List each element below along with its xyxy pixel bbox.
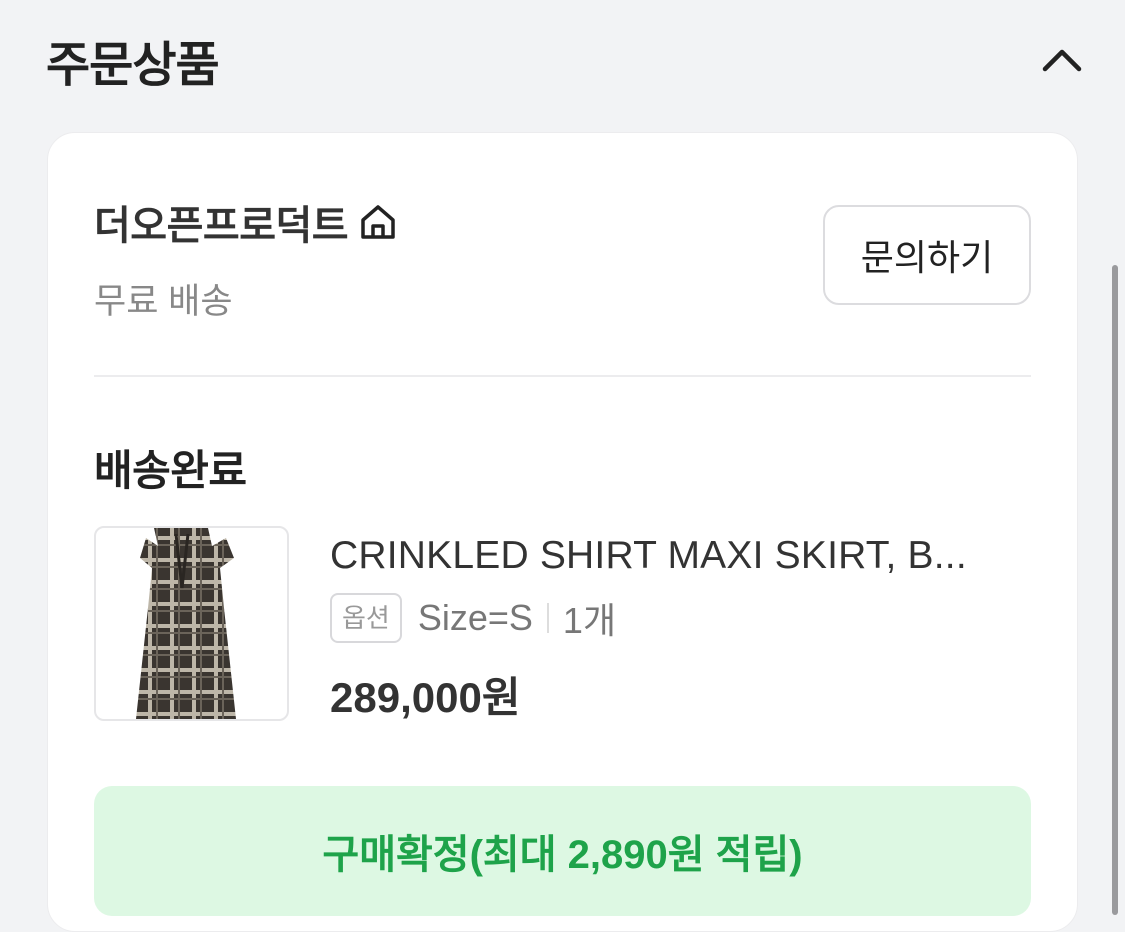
collapse-button[interactable]	[1038, 36, 1086, 84]
section-title: 주문상품	[46, 39, 220, 92]
product-name[interactable]: CRINKLED SHIRT MAXI SKIRT, B...	[330, 534, 1031, 578]
product-image	[136, 528, 236, 719]
product-thumbnail[interactable]	[94, 526, 289, 721]
purchase-confirm-button[interactable]: 구매확정(최대 2,890원 적립)	[94, 786, 1031, 916]
chevron-up-icon	[1042, 49, 1082, 72]
order-card: 더오픈프로덕트 무료 배송 문의하기 배송완료 CRINKLED SHIRT M…	[47, 132, 1078, 932]
seller-name: 더오픈프로덕트	[94, 204, 349, 248]
product-info: CRINKLED SHIRT MAXI SKIRT, B... 옵션 Size=…	[330, 534, 1031, 725]
delivery-status: 배송완료	[94, 447, 247, 494]
option-separator	[546, 603, 549, 633]
divider	[94, 375, 1031, 377]
seller-row: 더오픈프로덕트 무료 배송 문의하기	[94, 193, 1031, 324]
price: 289,000원	[330, 674, 521, 721]
option-badge: 옵션	[330, 593, 402, 643]
inquiry-button[interactable]: 문의하기	[823, 205, 1031, 305]
section-header: 주문상품	[46, 28, 1086, 92]
product-item[interactable]: CRINKLED SHIRT MAXI SKIRT, B... 옵션 Size=…	[94, 526, 1031, 722]
scrollbar[interactable]	[1112, 265, 1118, 915]
home-icon	[361, 205, 395, 239]
option-value: Size=S	[417, 597, 533, 638]
quantity: 1개	[562, 600, 617, 641]
option-row: 옵션 Size=S 1개	[330, 592, 1031, 644]
